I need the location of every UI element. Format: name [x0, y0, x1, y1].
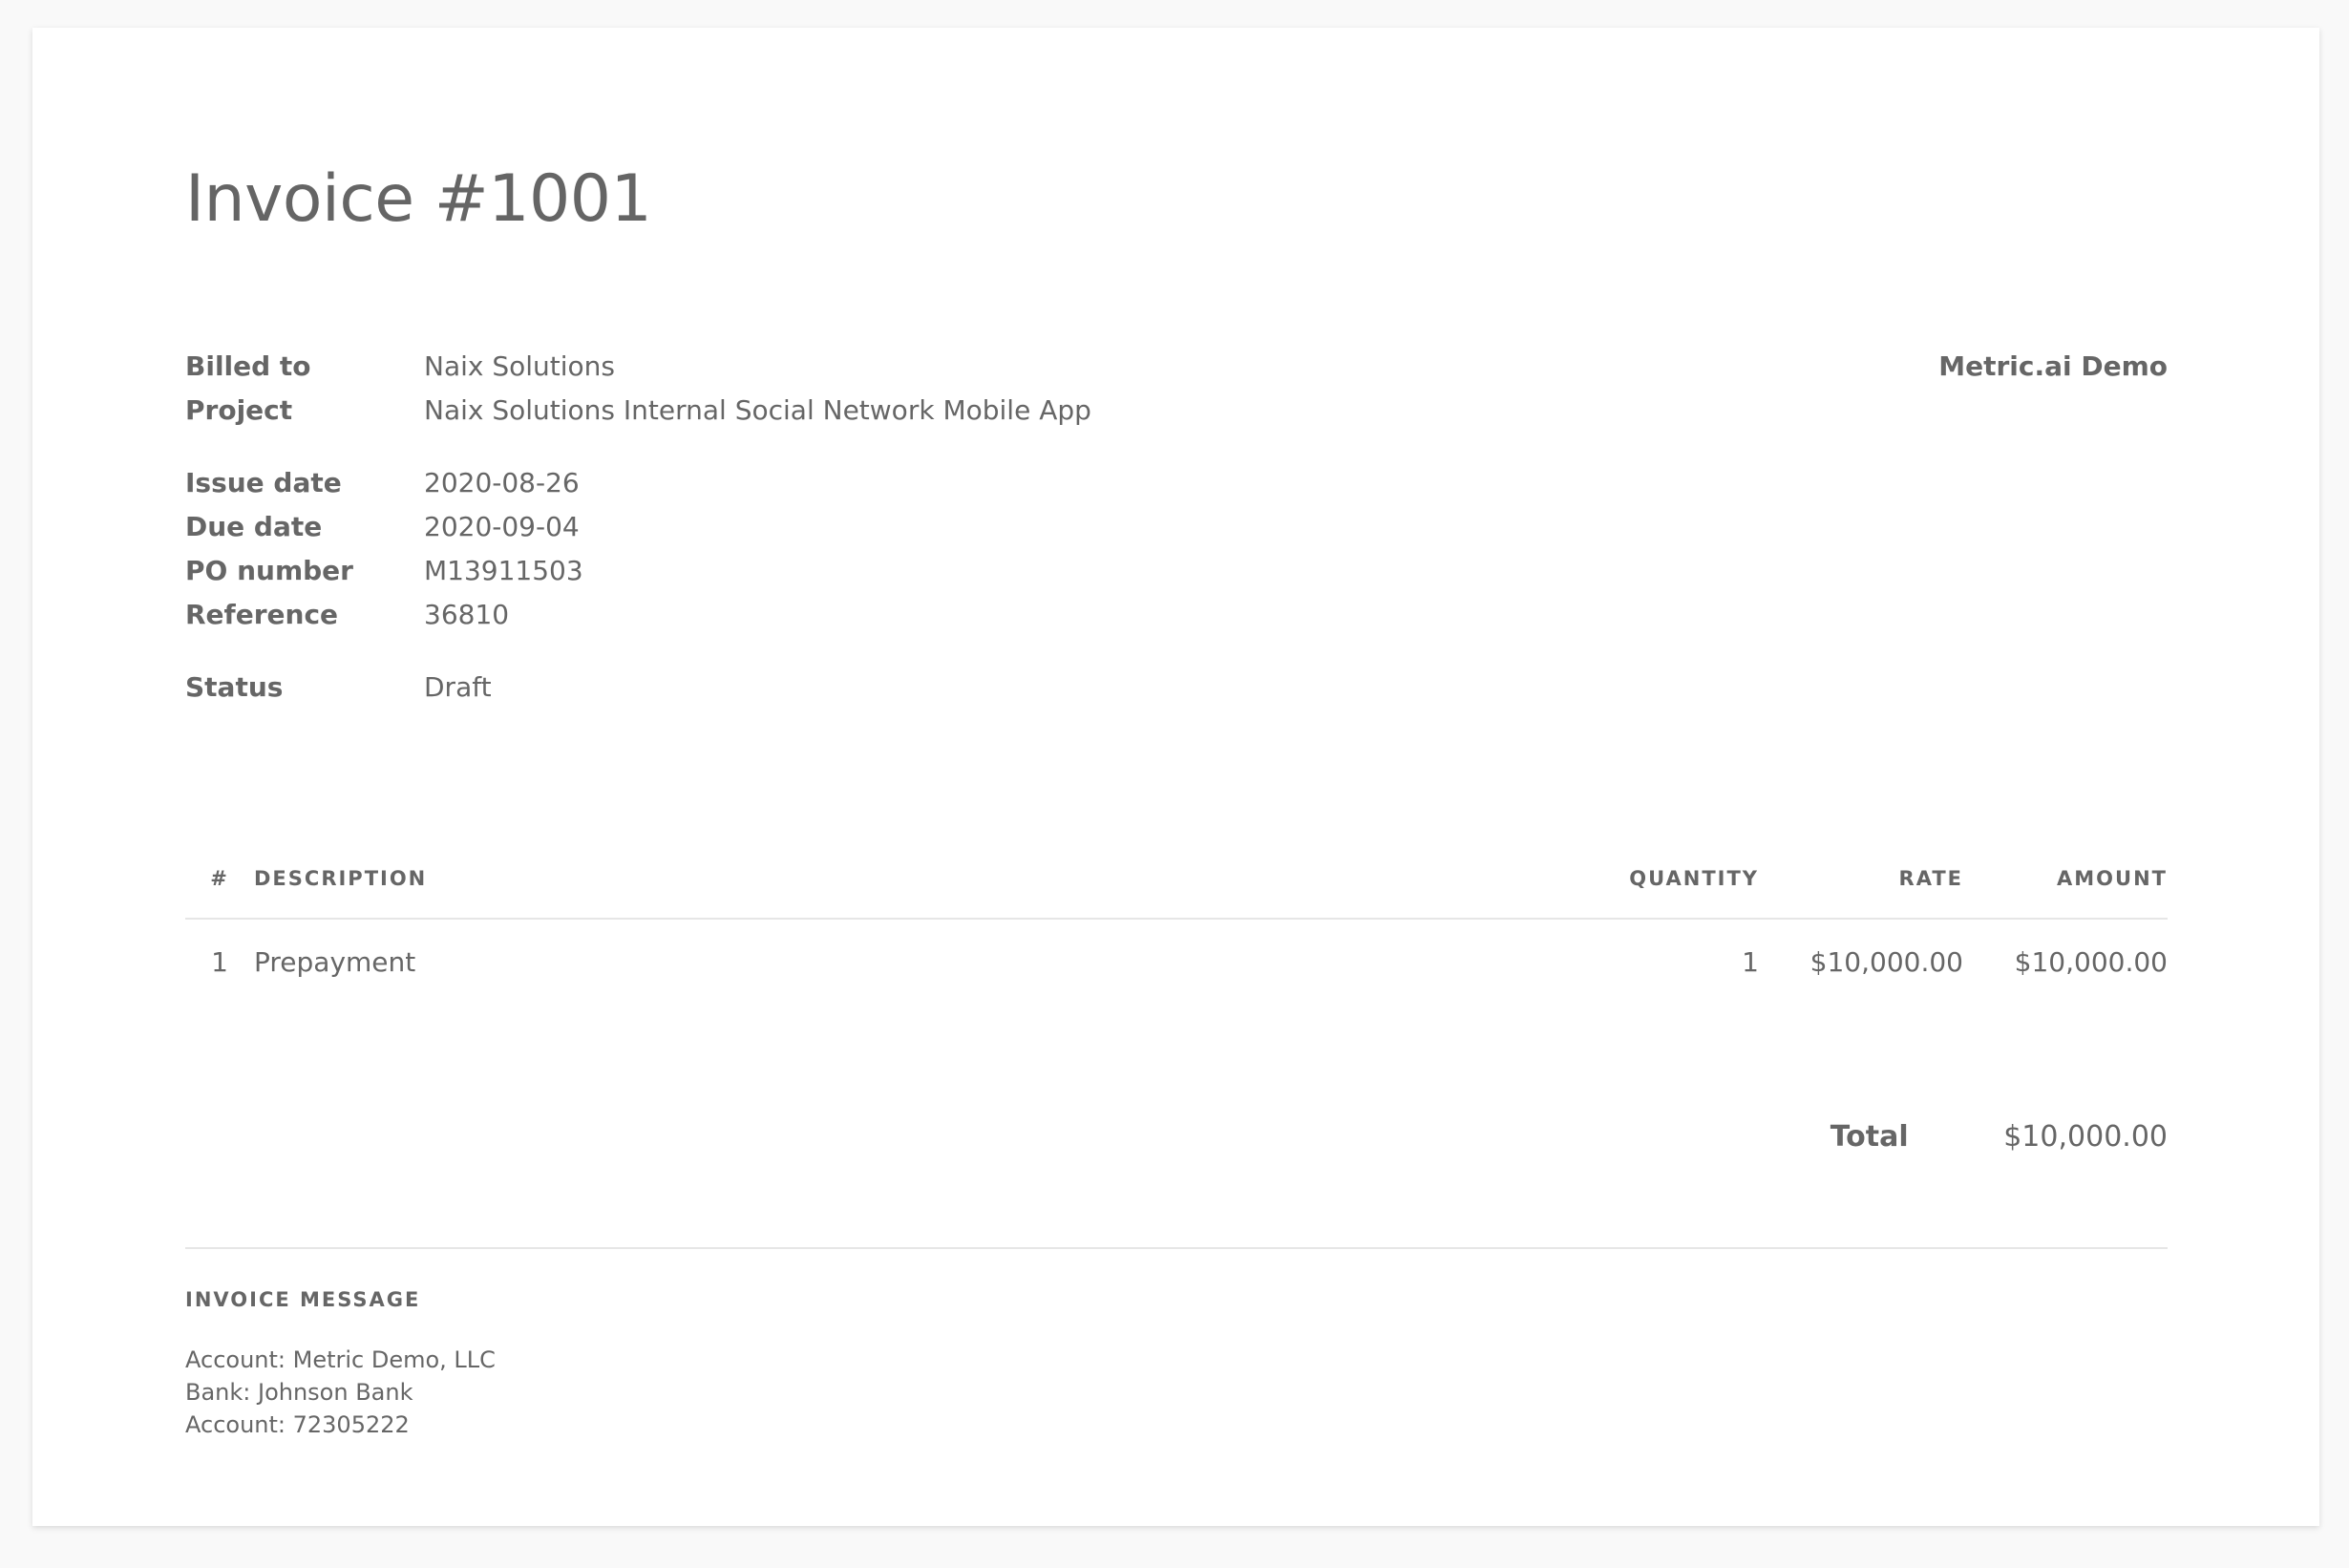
line-items-table: # DESCRIPTION QUANTITY RATE AMOUNT 1 Pre… [185, 839, 2168, 1004]
row-description: Prepayment [254, 945, 416, 978]
table-header-row: # DESCRIPTION QUANTITY RATE AMOUNT [185, 839, 2168, 920]
header-description: DESCRIPTION [254, 839, 1549, 920]
meta-row-due-date: Due date 2020-09-04 [185, 505, 1522, 549]
section-divider [185, 1247, 2168, 1249]
table-row: 1 Prepayment 1 $10,000.00 $10,000.00 [185, 919, 2168, 1004]
invoice-sheet: Invoice #1001 Metric.ai Demo Billed to N… [32, 28, 2319, 1526]
meta-row-issue-date: Issue date 2020-08-26 [185, 461, 1522, 505]
meta-row-billed-to: Billed to Naix Solutions [185, 345, 1522, 389]
message-line: Account: Metric Demo, LLC [185, 1346, 496, 1373]
row-quantity: 1 [1742, 945, 1759, 978]
total-label: Total [1830, 1120, 1909, 1154]
header-num: # [185, 839, 254, 920]
invoice-message-body: Account: Metric Demo, LLC Bank: Johnson … [185, 1344, 496, 1441]
po-number-label: PO number [185, 555, 353, 586]
invoice-content: Invoice #1001 Metric.ai Demo Billed to N… [185, 28, 2168, 1526]
message-line: Account: 72305222 [185, 1411, 410, 1438]
status-label: Status [185, 671, 284, 703]
header-rate: RATE [1759, 839, 1963, 920]
total-value: $10,000.00 [2003, 1120, 2168, 1154]
reference-label: Reference [185, 599, 339, 630]
message-line: Bank: Johnson Bank [185, 1379, 413, 1406]
po-number-value: M13911503 [424, 555, 583, 586]
row-num: 1 [211, 945, 228, 978]
issue-date-value: 2020-08-26 [424, 467, 580, 498]
invoice-total: Total $10,000.00 [1831, 1116, 2168, 1158]
header-amount: AMOUNT [1963, 839, 2168, 920]
project-value: Naix Solutions Internal Social Network M… [424, 394, 1091, 426]
project-label: Project [185, 394, 293, 426]
reference-value: 36810 [424, 599, 510, 630]
row-rate: $10,000.00 [1809, 945, 1963, 978]
invoice-message-heading: INVOICE MESSAGE [185, 1288, 421, 1311]
company-name: Metric.ai Demo [1938, 350, 2168, 382]
billed-to-label: Billed to [185, 350, 311, 382]
meta-row-project: Project Naix Solutions Internal Social N… [185, 389, 1522, 433]
status-value: Draft [424, 671, 492, 703]
issue-date-label: Issue date [185, 467, 342, 498]
meta-row-reference: Reference 36810 [185, 593, 1522, 637]
due-date-label: Due date [185, 511, 323, 542]
invoice-title: Invoice #1001 [185, 161, 652, 237]
meta-row-po-number: PO number M13911503 [185, 549, 1522, 593]
meta-row-status: Status Draft [185, 666, 1522, 710]
billed-to-value: Naix Solutions [424, 350, 616, 382]
invoice-meta: Billed to Naix Solutions Project Naix So… [185, 345, 1522, 710]
header-quantity: QUANTITY [1549, 839, 1759, 920]
due-date-value: 2020-09-04 [424, 511, 580, 542]
row-amount: $10,000.00 [2014, 945, 2168, 978]
